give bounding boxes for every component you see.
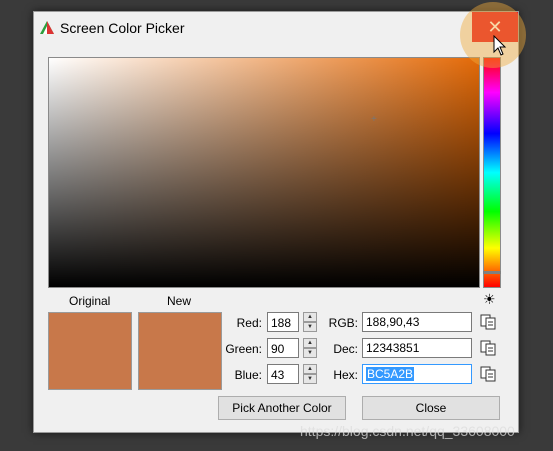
original-color-swatch (48, 312, 132, 390)
watermark: https://blog.csdn.net/qq_33608000 (300, 423, 515, 439)
mouse-cursor-icon (493, 35, 507, 56)
dec-field[interactable]: 12343851 (362, 338, 472, 358)
spin-down-icon[interactable]: ▼ (303, 348, 317, 358)
green-label: Green: (225, 342, 262, 356)
hex-value-selected: BC5A2B (366, 367, 415, 381)
brightness-icon[interactable]: ☀ (483, 291, 496, 308)
red-spinner[interactable]: ▲ ▼ (303, 312, 317, 332)
red-input[interactable]: 188 (267, 312, 299, 332)
color-picker-dialog: Screen Color Picker ✕ + ☀ Original New R… (33, 11, 519, 433)
spin-up-icon[interactable]: ▲ (303, 338, 317, 348)
hex-field[interactable]: BC5A2B (362, 364, 472, 384)
blue-input[interactable]: 43 (267, 364, 299, 384)
spin-up-icon[interactable]: ▲ (303, 312, 317, 322)
title-bar[interactable]: Screen Color Picker ✕ (34, 12, 518, 44)
red-label: Red: (236, 316, 262, 330)
green-input[interactable]: 90 (267, 338, 299, 358)
original-label: Original (69, 294, 111, 308)
app-icon (40, 21, 54, 34)
copy-hex-icon[interactable] (480, 366, 496, 382)
rgb-field[interactable]: 188,90,43 (362, 312, 472, 332)
copy-dec-icon[interactable] (480, 340, 496, 356)
copy-rgb-icon[interactable] (480, 314, 496, 330)
blue-label: Blue: (234, 368, 262, 382)
color-marker-icon: + (371, 114, 377, 125)
hue-slider[interactable] (483, 57, 501, 288)
spin-down-icon[interactable]: ▼ (303, 322, 317, 332)
saturation-value-picker[interactable]: + (48, 57, 480, 288)
spin-up-icon[interactable]: ▲ (303, 364, 317, 374)
close-button[interactable]: Close (362, 396, 500, 420)
green-spinner[interactable]: ▲ ▼ (303, 338, 317, 358)
hex-label: Hex: (333, 368, 358, 382)
rgb-label: RGB: (328, 316, 358, 330)
window-title: Screen Color Picker (60, 20, 185, 36)
spin-down-icon[interactable]: ▼ (303, 374, 317, 384)
blue-spinner[interactable]: ▲ ▼ (303, 364, 317, 384)
hue-slider-handle[interactable] (483, 271, 501, 274)
new-color-swatch (138, 312, 222, 390)
pick-another-color-button[interactable]: Pick Another Color (218, 396, 346, 420)
dec-label: Dec: (333, 342, 358, 356)
new-label: New (167, 294, 192, 308)
